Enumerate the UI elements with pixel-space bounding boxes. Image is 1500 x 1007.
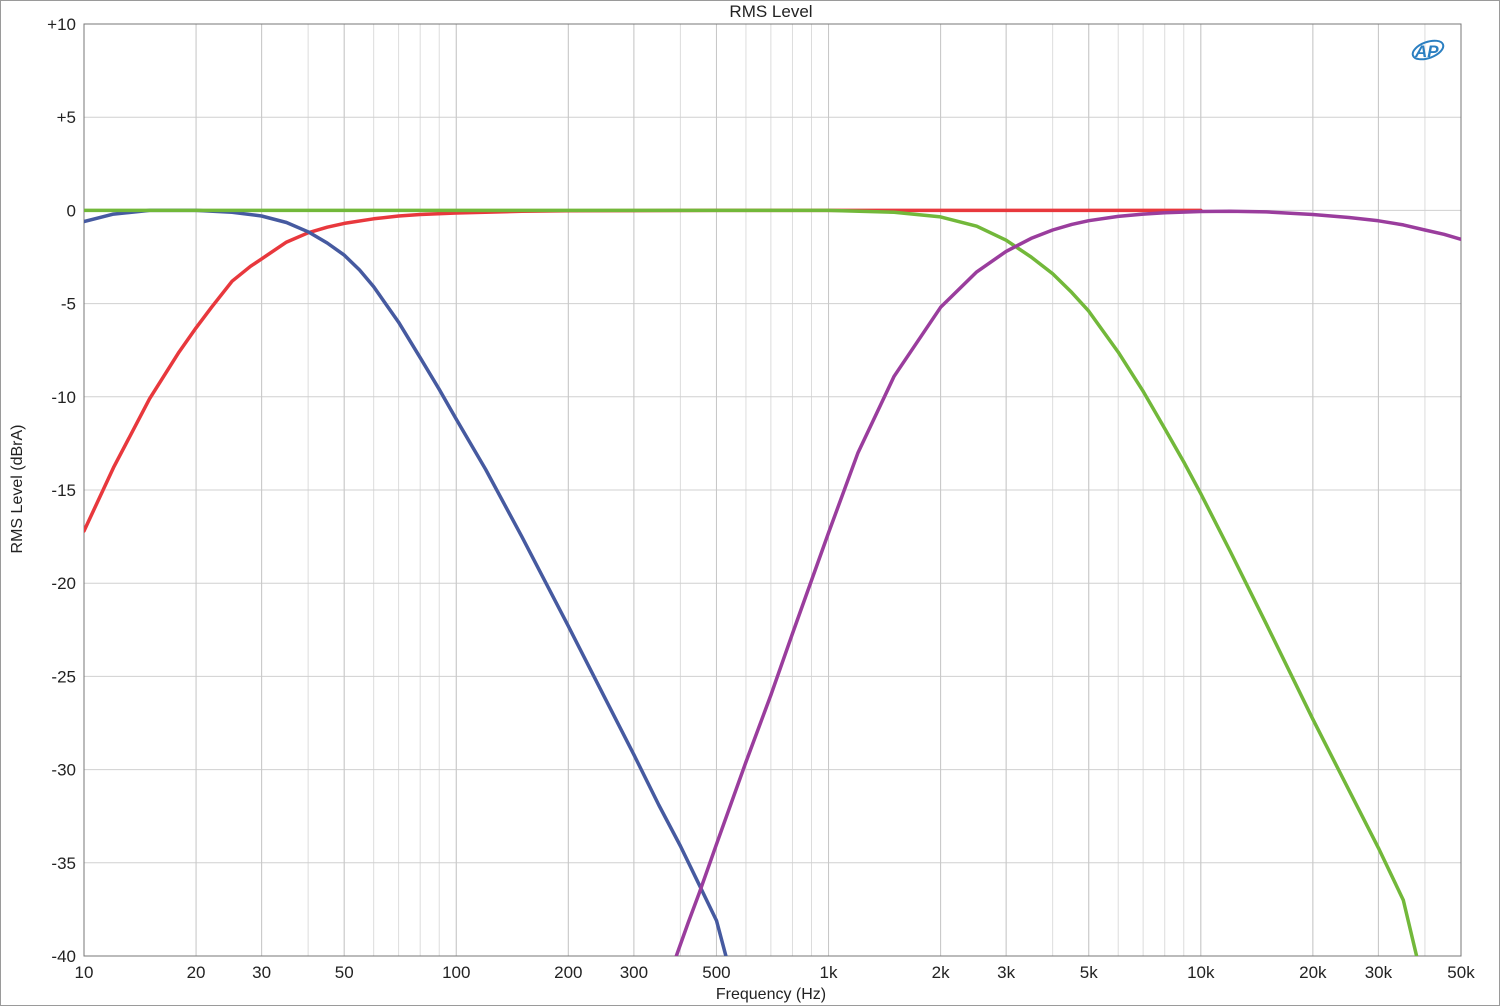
y-tick-label: -5 — [61, 295, 76, 314]
x-tick-label: 30k — [1365, 963, 1393, 982]
x-tick-label: 10 — [75, 963, 94, 982]
y-tick-label: -25 — [51, 667, 76, 686]
x-tick-labels: 10 20 30 50 100 200 300 500 1k 2k 3k 5k 10k 20k 30k 50k — [75, 963, 1476, 982]
chart-title: RMS Level — [729, 2, 812, 21]
x-axis-label: Frequency (Hz) — [716, 986, 826, 1003]
ap-logo-text: AP — [1414, 42, 1439, 61]
y-tick-label: -35 — [51, 854, 76, 873]
chart-frame: 10 20 30 50 100 200 300 500 1k 2k 3k 5k 10k 20k 30k 50k… — [0, 0, 1500, 1006]
y-tick-label: 0 — [67, 201, 76, 220]
x-tick-label: 20 — [187, 963, 206, 982]
rms-level-chart: 10 20 30 50 100 200 300 500 1k 2k 3k 5k 10k 20k 30k 50k… — [9, 2, 1476, 1003]
x-tick-label: 300 — [620, 963, 648, 982]
x-tick-label: 2k — [932, 963, 950, 982]
x-tick-label: 50k — [1447, 963, 1475, 982]
y-tick-label: +10 — [47, 15, 76, 34]
y-tick-labels: +10 +5 0 -5 -10 -15 -20 -25 -30 -35 -40 — [47, 15, 76, 966]
x-tick-label: 10k — [1187, 963, 1215, 982]
x-tick-label: 20k — [1299, 963, 1327, 982]
y-tick-label: -10 — [51, 388, 76, 407]
x-tick-label: 5k — [1080, 963, 1098, 982]
x-tick-label: 500 — [702, 963, 730, 982]
x-tick-label: 100 — [442, 963, 470, 982]
y-tick-label: -15 — [51, 481, 76, 500]
y-tick-label: -20 — [51, 574, 76, 593]
x-tick-label: 30 — [252, 963, 271, 982]
major-grid — [83, 23, 1462, 957]
y-tick-label: -40 — [51, 947, 76, 966]
x-tick-label: 1k — [820, 963, 838, 982]
ap-logo: AP — [1411, 39, 1445, 61]
x-tick-label: 50 — [335, 963, 354, 982]
y-tick-label: -30 — [51, 761, 76, 780]
x-tick-label: 3k — [997, 963, 1015, 982]
y-axis-label: RMS Level (dBrA) — [9, 425, 26, 554]
x-tick-label: 200 — [554, 963, 582, 982]
y-tick-label: +5 — [57, 108, 76, 127]
